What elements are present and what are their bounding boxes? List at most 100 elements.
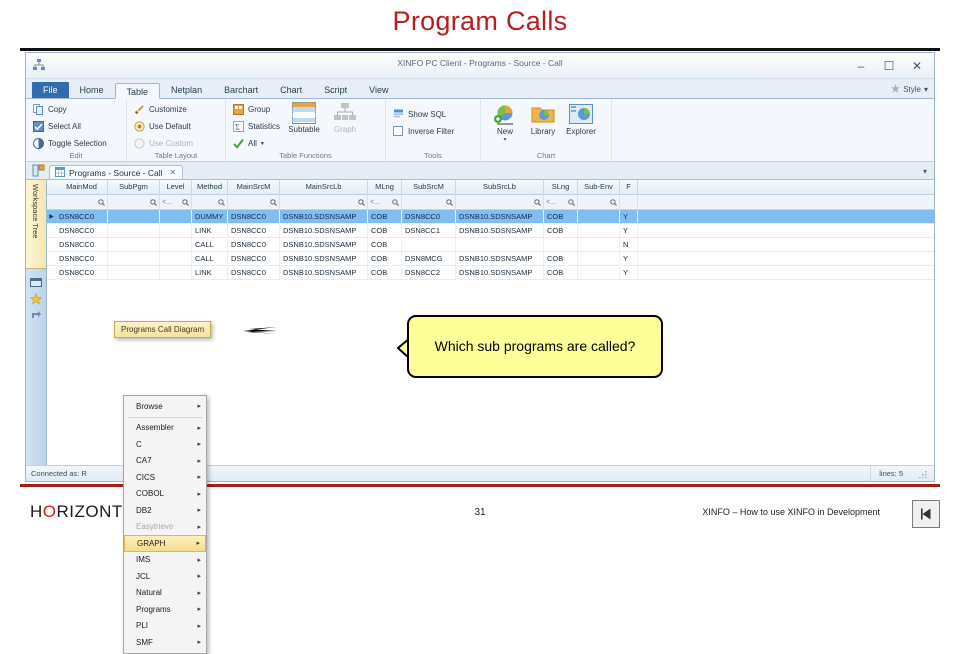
grid-filter-subsrcm[interactable] [402, 195, 456, 209]
toggle-selection-button[interactable]: Toggle Selection [33, 136, 107, 150]
select-all-button[interactable]: Select All [33, 119, 107, 133]
context-menu-item-natural[interactable]: Natural ▸ [124, 585, 206, 602]
context-menu-item-c[interactable]: C ▸ [124, 436, 206, 453]
context-menu-item-jcl[interactable]: JCL ▸ [124, 568, 206, 585]
grid-column-header-subsrcm[interactable]: SubSrcM [402, 180, 456, 194]
search-icon[interactable] [150, 198, 157, 206]
use-custom-radio[interactable]: Use Custom [134, 136, 193, 150]
grid-filter-subsrclb[interactable] [456, 195, 544, 209]
use-default-radio[interactable]: Use Default [134, 119, 193, 133]
show-sql-button[interactable]: Show SQL [393, 107, 454, 121]
maximize-button[interactable]: ☐ [882, 59, 896, 73]
grid-column-header-mainsrclb[interactable]: MainSrcLb [280, 180, 368, 194]
tab-netplan[interactable]: Netplan [160, 82, 213, 98]
grid-column-header-sub-env[interactable]: Sub-Env [578, 180, 620, 194]
grid-filter-mlng[interactable]: <... [368, 195, 402, 209]
search-icon[interactable] [610, 198, 617, 206]
favorites-star-icon[interactable] [29, 292, 43, 305]
grid-column-header-mainmod[interactable]: MainMod [56, 180, 108, 194]
nav-first-button[interactable] [912, 500, 940, 528]
grid-filter-f[interactable] [620, 195, 638, 209]
table-row[interactable]: DSN8CC0 LINK DSN8CC0 DSNB10.SDSNSAMP COB DSN8… [47, 266, 934, 280]
search-icon[interactable] [358, 198, 365, 206]
context-menu-item-assembler[interactable]: Assembler ▸ [124, 420, 206, 437]
search-icon[interactable] [392, 198, 399, 206]
table-row[interactable]: DSN8CC0 CALL DSN8CC0 DSNB10.SDSNSAMP COB N [47, 238, 934, 252]
tab-home[interactable]: Home [69, 82, 115, 98]
table-row[interactable]: DSN8CC0 LINK DSN8CC0 DSNB10.SDSNSAMP COB DSN8… [47, 224, 934, 238]
tab-script[interactable]: Script [313, 82, 358, 98]
chevron-right-icon: ▸ [197, 490, 201, 498]
grid-filter-slng[interactable]: <... [544, 195, 578, 209]
grid-column-header-f[interactable]: F [620, 180, 638, 194]
context-menu-item-easytrieve[interactable]: Easytrieve ▸ [124, 519, 206, 536]
table-cell: DSN8CC0 [402, 210, 456, 223]
pin-icon[interactable] [32, 164, 45, 177]
grid-column-header-mlng[interactable]: MLng [368, 180, 402, 194]
grid-filter-level[interactable]: <... [160, 195, 192, 209]
table-cell: DSNB10.SDSNSAMP [280, 224, 368, 237]
context-submenu-item-programs-call-diagram[interactable]: Programs Call Diagram [114, 321, 212, 338]
tab-view[interactable]: View [358, 82, 399, 98]
subtable-button[interactable]: Subtable [287, 102, 321, 150]
context-menu-item-graph[interactable]: GRAPH ▸ [124, 535, 206, 552]
copy-button[interactable]: Copy [33, 102, 107, 116]
context-menu-item-programs[interactable]: Programs ▸ [124, 601, 206, 618]
context-menu-item-db2[interactable]: DB2 ▸ [124, 502, 206, 519]
context-menu-item-smf[interactable]: SMF ▸ [124, 634, 206, 651]
grid-filter-subpgm[interactable] [108, 195, 160, 209]
context-menu-item-browse[interactable]: Browse ▸ [124, 398, 206, 415]
search-icon[interactable] [534, 198, 541, 206]
table-row[interactable]: DSN8CC0 CALL DSN8CC0 DSNB10.SDSNSAMP COB DSN8… [47, 252, 934, 266]
all-dropdown-button[interactable]: All ▾ [233, 136, 280, 150]
table-row[interactable]: ▶ DSN8CC0 DUMMY DSN8CC0 DSNB10.SDSNSAMP COB DS… [47, 210, 934, 224]
status-right: lines: 5 [870, 466, 934, 481]
grid-column-header-method[interactable]: Method [192, 180, 228, 194]
context-menu-item-ims[interactable]: IMS ▸ [124, 552, 206, 569]
grid-column-header-level[interactable]: Level [160, 180, 192, 194]
context-menu-item-cobol[interactable]: COBOL ▸ [124, 486, 206, 503]
document-tab-programs-source-call[interactable]: Programs - Source - Call ✕ [49, 165, 184, 179]
grid-column-header-mainsrcm[interactable]: MainSrcM [228, 180, 280, 194]
customize-button[interactable]: Customize [134, 102, 193, 116]
close-button[interactable]: ✕ [910, 59, 924, 73]
grid-filter-mainmod[interactable] [56, 195, 108, 209]
context-menu-item-cics[interactable]: CICS ▸ [124, 469, 206, 486]
graph-button[interactable]: Graph [328, 102, 362, 150]
search-icon[interactable] [270, 198, 277, 206]
style-menu[interactable]: Style ▾ [891, 84, 928, 95]
group-button[interactable]: Group [233, 102, 280, 116]
sidebar-item-workspace-tree[interactable]: Workspace Tree [26, 180, 46, 269]
grid-filter-mainsrcm[interactable] [228, 195, 280, 209]
context-menu-item-pli[interactable]: PLI ▸ [124, 618, 206, 635]
resize-grip-icon[interactable] [919, 469, 928, 479]
search-icon[interactable] [218, 198, 225, 206]
tab-table[interactable]: Table [114, 83, 161, 99]
chart-library-button[interactable]: Library [526, 104, 560, 143]
tab-file[interactable]: File [32, 82, 69, 98]
grid-filter-sub-env[interactable] [578, 195, 620, 209]
tab-chart[interactable]: Chart [269, 82, 313, 98]
context-menu-item-ca7[interactable]: CA7 ▸ [124, 453, 206, 470]
grid-filter-method[interactable] [192, 195, 228, 209]
grid-filter-mainsrclb[interactable] [280, 195, 368, 209]
close-icon[interactable]: ✕ [170, 168, 177, 177]
window-icon[interactable] [30, 276, 42, 288]
chevron-down-icon[interactable]: ▾ [923, 167, 927, 176]
grid-column-header-subpgm[interactable]: SubPgm [108, 180, 160, 194]
chart-explorer-button[interactable]: Explorer [564, 104, 598, 143]
search-icon[interactable] [98, 198, 105, 206]
table-cell [160, 210, 192, 223]
inverse-filter-checkbox[interactable]: Inverse Filter [393, 124, 454, 138]
minimize-button[interactable]: – [854, 59, 868, 73]
grid-column-header-subsrclb[interactable]: SubSrcLb [456, 180, 544, 194]
search-icon[interactable] [568, 198, 575, 206]
statistics-button[interactable]: Σ Statistics [233, 119, 280, 133]
tab-barchart[interactable]: Barchart [213, 82, 269, 98]
expand-arrow-icon[interactable] [30, 308, 42, 320]
chart-new-button[interactable]: New ▾ [488, 104, 522, 143]
search-icon[interactable] [446, 198, 453, 206]
search-icon[interactable] [182, 198, 189, 206]
grid-column-header-slng[interactable]: SLng [544, 180, 578, 194]
table-cell [578, 238, 620, 251]
